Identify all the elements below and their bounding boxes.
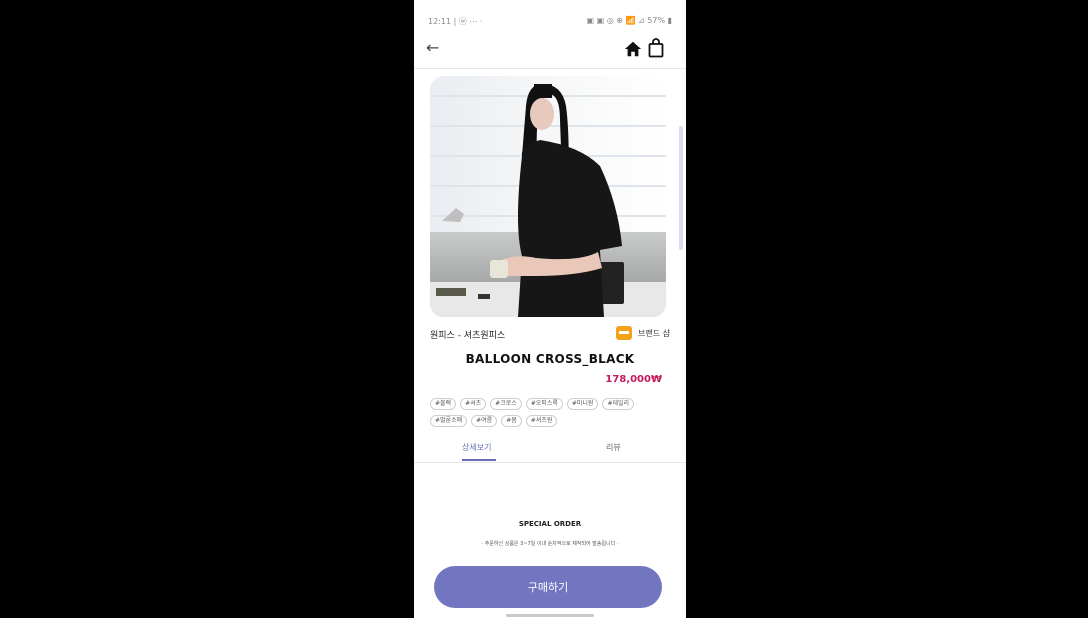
tag-chip[interactable]: #셔츠원 [525,415,558,427]
buy-button[interactable]: 구매하기 [434,566,662,608]
tag-chip[interactable]: #미니원 [566,398,599,410]
tag-chip[interactable]: #벌룬소매 [430,415,468,427]
back-arrow-icon[interactable]: ← [426,38,439,57]
tag-chip[interactable]: #오피스룩 [525,398,563,410]
status-bar-left: 12:11 | ⓦ ⋯ · [428,17,483,26]
tab-review[interactable]: 리뷰 [606,442,621,453]
brand-link[interactable]: 브랜드 샵 [616,326,670,340]
status-bar: 12:11 | ⓦ ⋯ · ▣ ▣ ◎ ⊕ 📶 ⊿ 57% ▮ [414,0,686,36]
tag-list: #블랙 #셔츠 #크로스 #오피스룩 #미니원 #데일리 #벌룬소매 #여름 #… [430,398,670,432]
phone-screen: 12:11 | ⓦ ⋯ · ▣ ▣ ◎ ⊕ 📶 ⊿ 57% ▮ ← 원피스 - … [414,0,686,618]
special-order-heading: SPECIAL ORDER [518,520,582,528]
tag-row: #벌룬소매 #여름 #봄 #셔츠원 [430,415,670,427]
app-bar: ← [414,36,686,69]
tag-chip[interactable]: #데일리 [602,398,635,410]
tag-chip[interactable]: #블랙 [430,398,457,410]
product-price: 178,000₩ [605,374,662,385]
product-title: BALLOON CROSS_BLACK [465,352,635,366]
detail-tabs: 상세보기 리뷰 [414,440,686,463]
scrollbar-thumb[interactable] [679,126,683,250]
tab-detail[interactable]: 상세보기 [462,442,491,453]
product-meta-row: 원피스 - 셔츠원피스 브랜드 샵 [430,326,670,342]
active-tab-indicator [462,459,496,461]
tag-row: #블랙 #셔츠 #크로스 #오피스룩 #미니원 #데일리 [430,398,670,410]
product-category: 원피스 - 셔츠원피스 [430,331,506,341]
home-icon[interactable] [624,40,642,58]
tag-chip[interactable]: #여름 [471,415,498,427]
screen: 12:11 | ⓦ ⋯ · ▣ ▣ ◎ ⊕ 📶 ⊿ 57% ▮ ← 원피스 - … [0,0,1088,618]
brand-logo-icon [616,326,633,340]
shopping-bag-icon[interactable] [648,38,664,58]
status-bar-right: ▣ ▣ ◎ ⊕ 📶 ⊿ 57% ▮ [586,16,672,25]
brand-name: 브랜드 샵 [638,328,670,338]
gesture-home-bar [506,614,594,617]
tag-chip[interactable]: #크로스 [490,398,522,410]
special-order-note: · 주문하신 상품은 3~7일 이내 순차적으로 제작되어 발송됩니다 · [481,541,619,547]
tag-chip[interactable]: #셔츠 [460,398,487,410]
tag-chip[interactable]: #봄 [501,415,522,427]
product-photo [430,76,666,317]
